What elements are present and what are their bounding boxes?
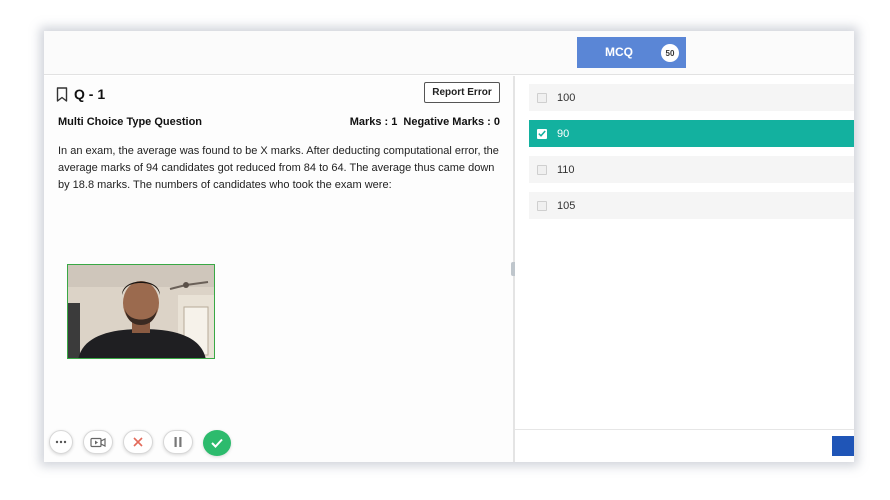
bookmark-icon[interactable] bbox=[56, 86, 68, 102]
option-checkbox[interactable] bbox=[537, 200, 547, 211]
option-label: 100 bbox=[557, 91, 576, 104]
submit-button[interactable] bbox=[832, 436, 854, 456]
option-label: 110 bbox=[557, 163, 575, 176]
option-4[interactable]: 105 bbox=[529, 192, 854, 219]
option-label: 90 bbox=[557, 127, 570, 140]
question-text: In an exam, the average was found to be … bbox=[58, 145, 499, 191]
exam-window: MCQ 50 Q - 1 Report Error Multi Choice T… bbox=[44, 31, 854, 462]
webcam-preview bbox=[67, 264, 215, 359]
tab-mcq-count-badge: 50 bbox=[661, 44, 679, 62]
option-checkbox[interactable] bbox=[537, 92, 547, 103]
question-panel: Q - 1 Report Error Multi Choice Type Que… bbox=[44, 76, 513, 462]
check-icon[interactable] bbox=[203, 430, 231, 456]
options-panel: 100 90 110 105 bbox=[515, 76, 854, 462]
option-label: 105 bbox=[557, 199, 576, 212]
option-2-selected[interactable]: 90 bbox=[529, 120, 854, 147]
tab-mcq[interactable]: MCQ 50 bbox=[577, 37, 686, 68]
question-header: Q - 1 bbox=[56, 86, 105, 102]
option-3[interactable]: 110 bbox=[529, 156, 854, 183]
report-error-button[interactable]: Report Error bbox=[424, 82, 500, 103]
marks-value: Marks : 1 bbox=[349, 116, 398, 128]
question-type: Multi Choice Type Question bbox=[58, 116, 203, 128]
negative-marks-value: Negative Marks : 0 bbox=[403, 116, 500, 128]
more-icon[interactable] bbox=[49, 430, 73, 454]
option-checkbox[interactable] bbox=[537, 164, 547, 175]
option-1[interactable]: 100 bbox=[529, 84, 854, 111]
tab-mcq-label: MCQ bbox=[605, 45, 633, 59]
camera-icon[interactable] bbox=[83, 430, 113, 454]
option-checkbox-checked[interactable] bbox=[537, 128, 547, 139]
pause-icon[interactable] bbox=[163, 430, 193, 454]
footer-divider bbox=[515, 429, 854, 430]
close-icon[interactable] bbox=[123, 430, 153, 454]
marks-info: Marks : 1 Negative Marks : 0 bbox=[350, 116, 500, 128]
proctor-toolbar bbox=[49, 430, 241, 456]
top-bar: MCQ 50 bbox=[44, 31, 854, 75]
question-number: Q - 1 bbox=[74, 86, 106, 102]
